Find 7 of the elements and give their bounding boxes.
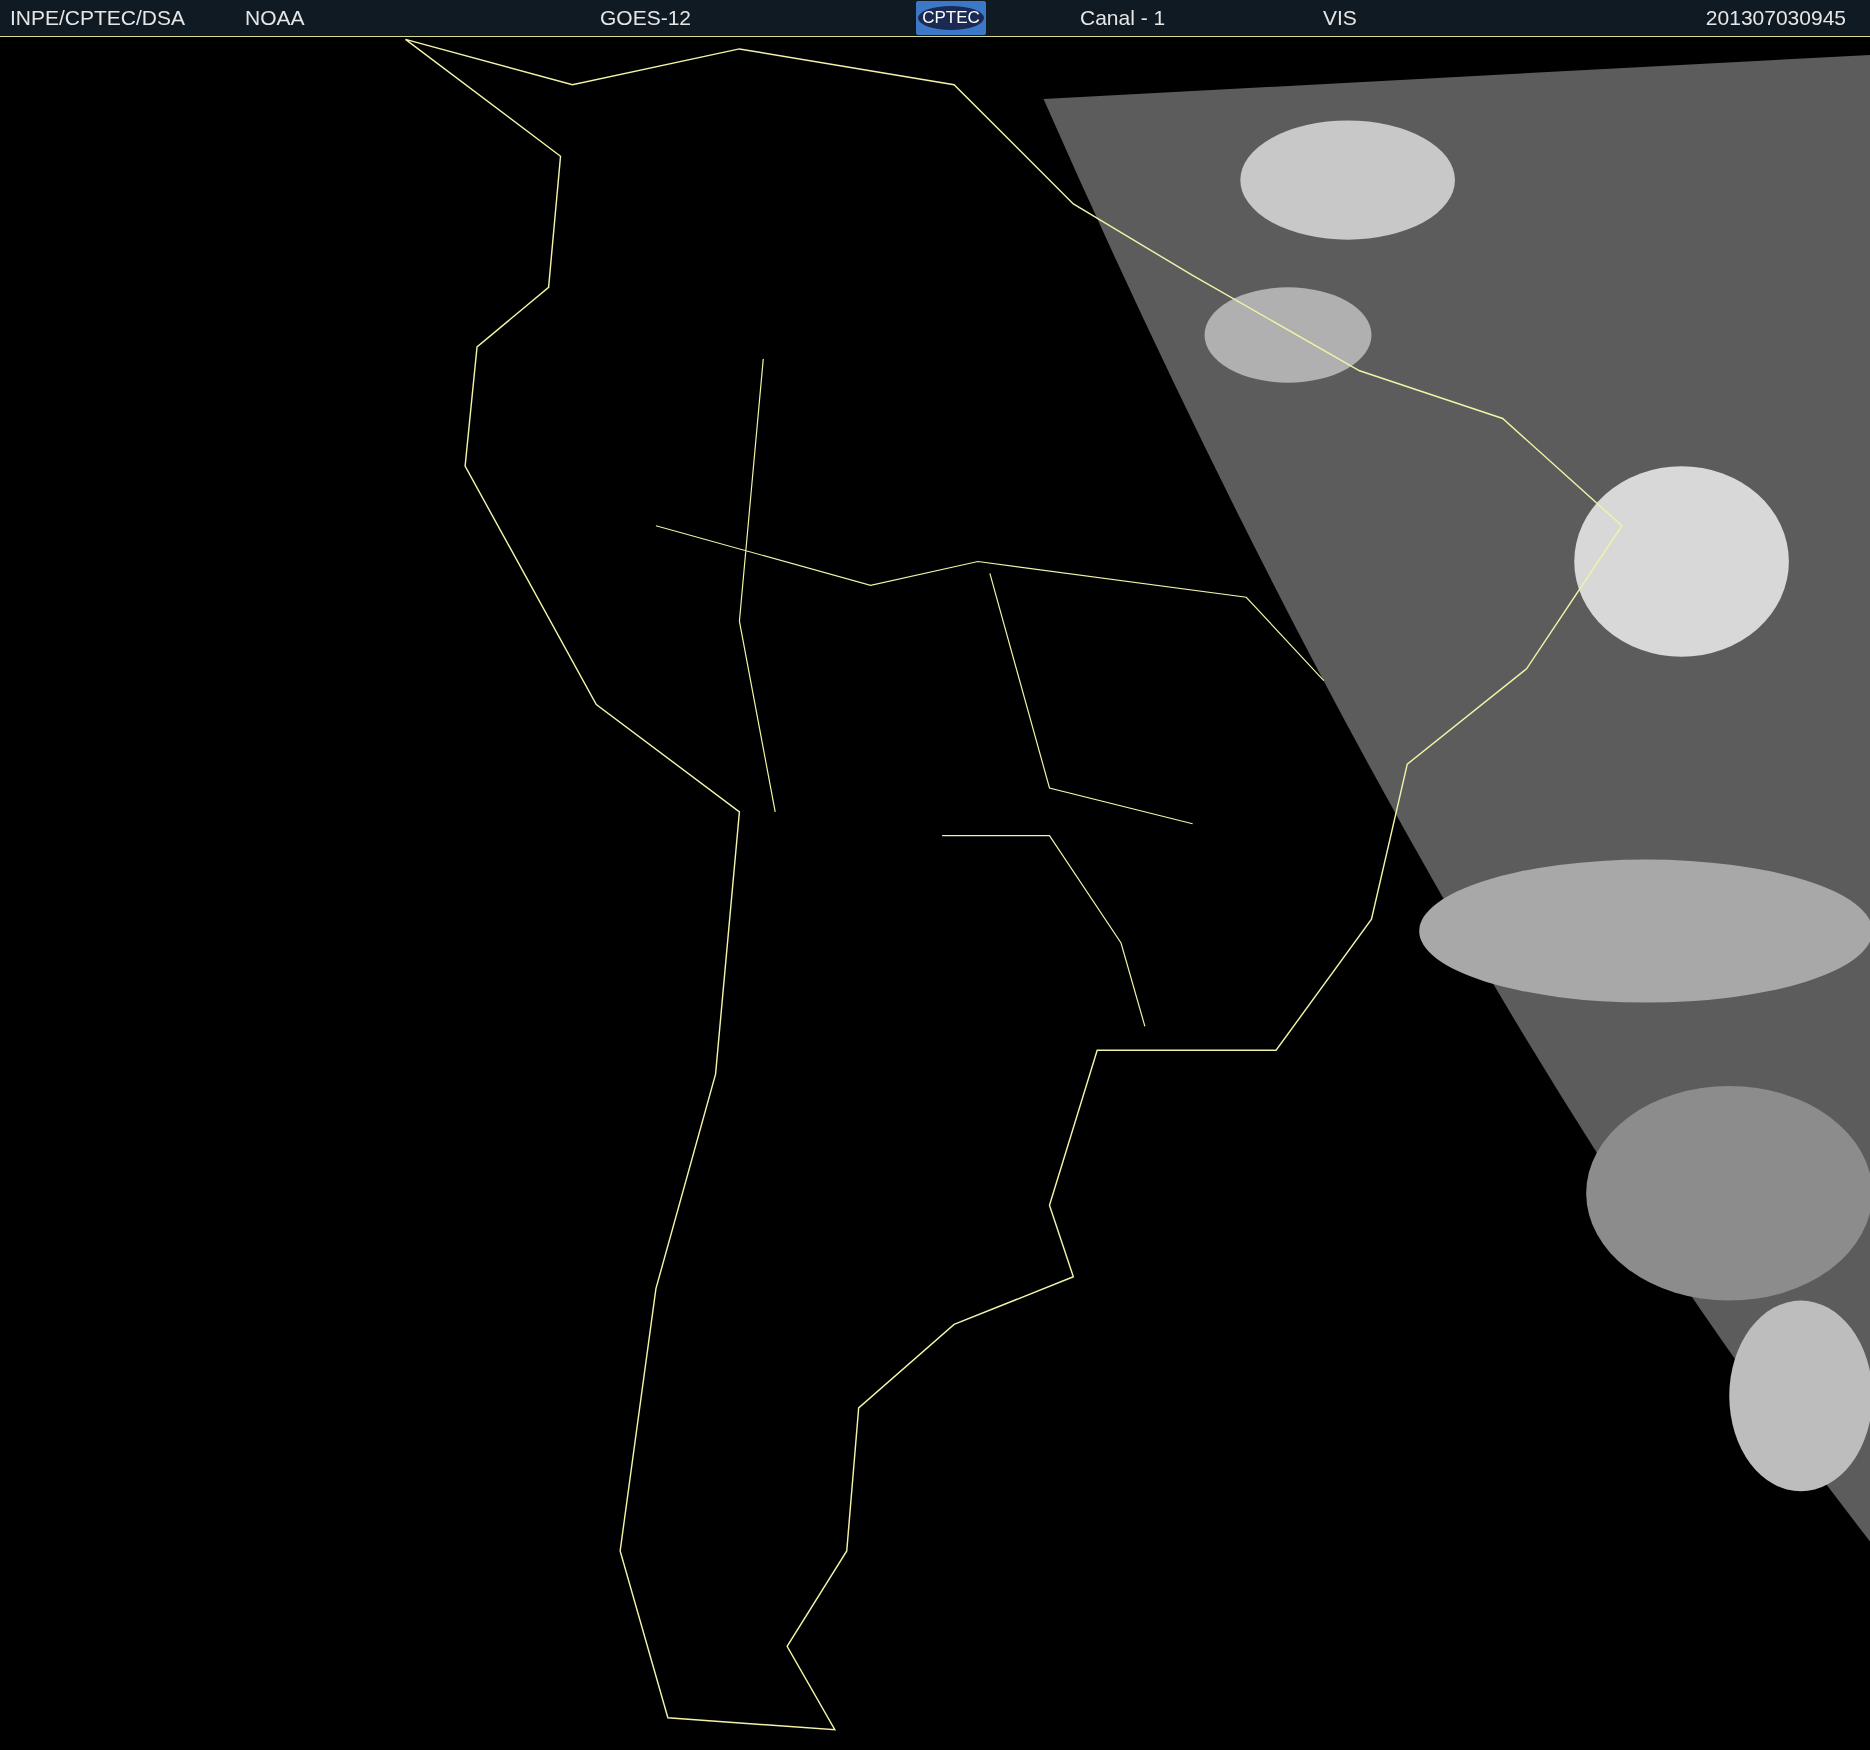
channel-label: Canal - 1 (1080, 6, 1167, 30)
band-label: VIS (1323, 6, 1358, 30)
timestamp-label: 201307030945 (1705, 6, 1846, 30)
source-label: INPE/CPTEC/DSA (10, 6, 187, 30)
satellite-label: GOES-12 (600, 6, 693, 30)
logo: CPTEC (916, 1, 986, 35)
agency-label: NOAA (245, 6, 306, 30)
